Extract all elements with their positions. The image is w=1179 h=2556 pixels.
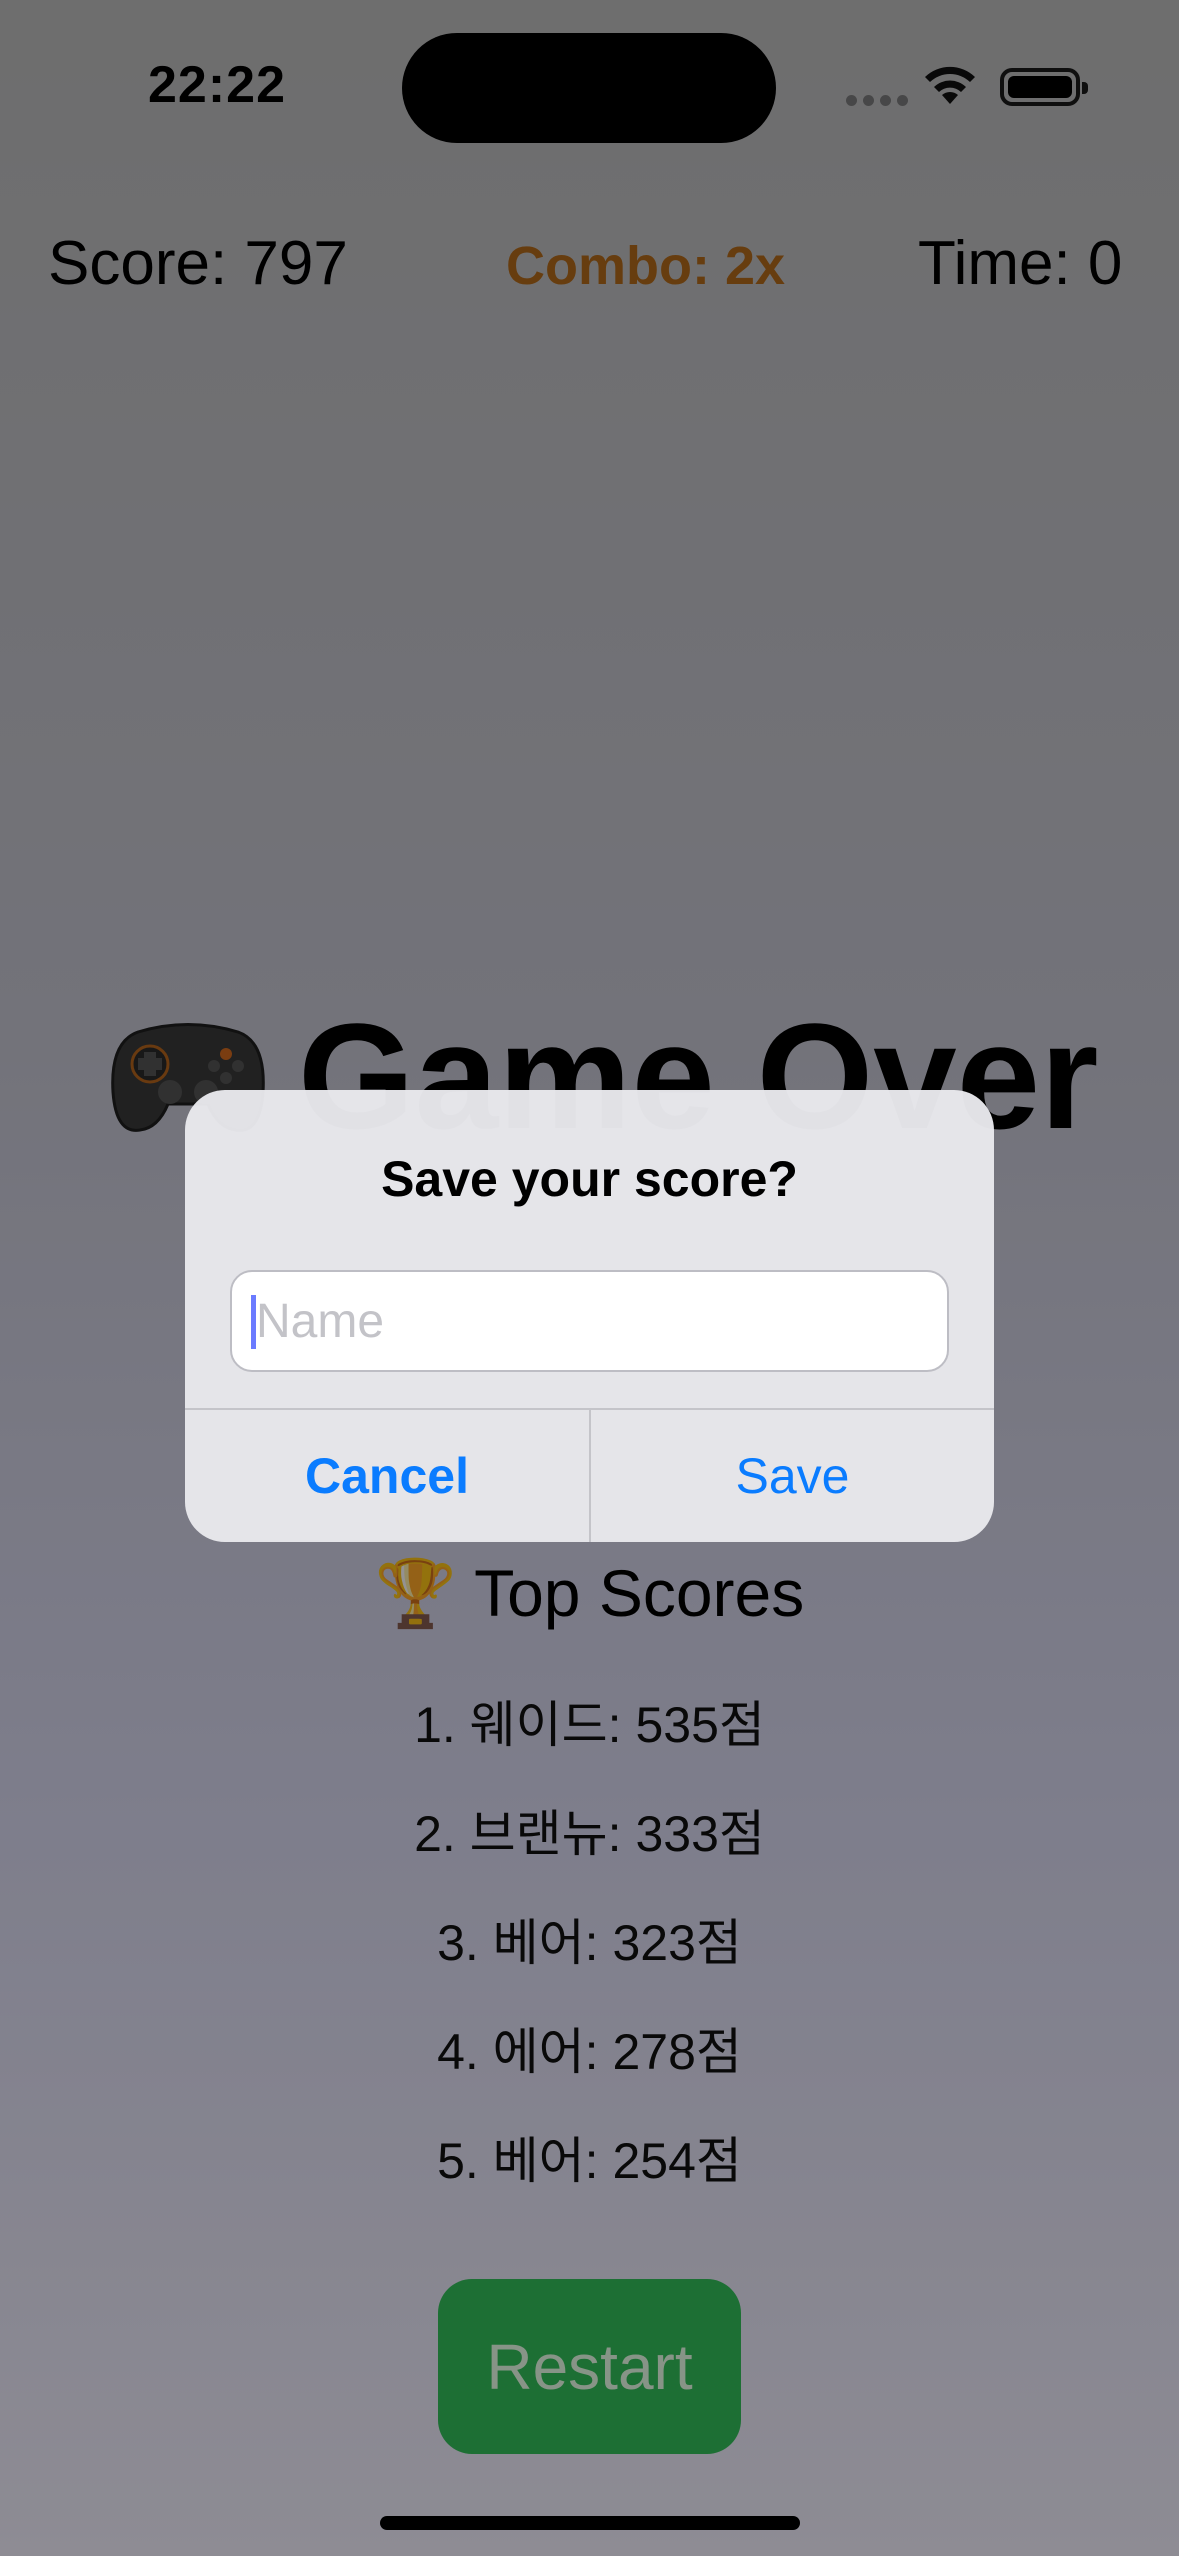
- save-button[interactable]: Save: [591, 1410, 994, 1542]
- text-caret: [251, 1295, 256, 1349]
- home-indicator: [380, 2516, 800, 2530]
- save-score-alert: Save your score? Cancel Save: [185, 1090, 994, 1542]
- name-input[interactable]: [230, 1270, 949, 1372]
- alert-title: Save your score?: [381, 1151, 798, 1207]
- cancel-button[interactable]: Cancel: [185, 1410, 589, 1542]
